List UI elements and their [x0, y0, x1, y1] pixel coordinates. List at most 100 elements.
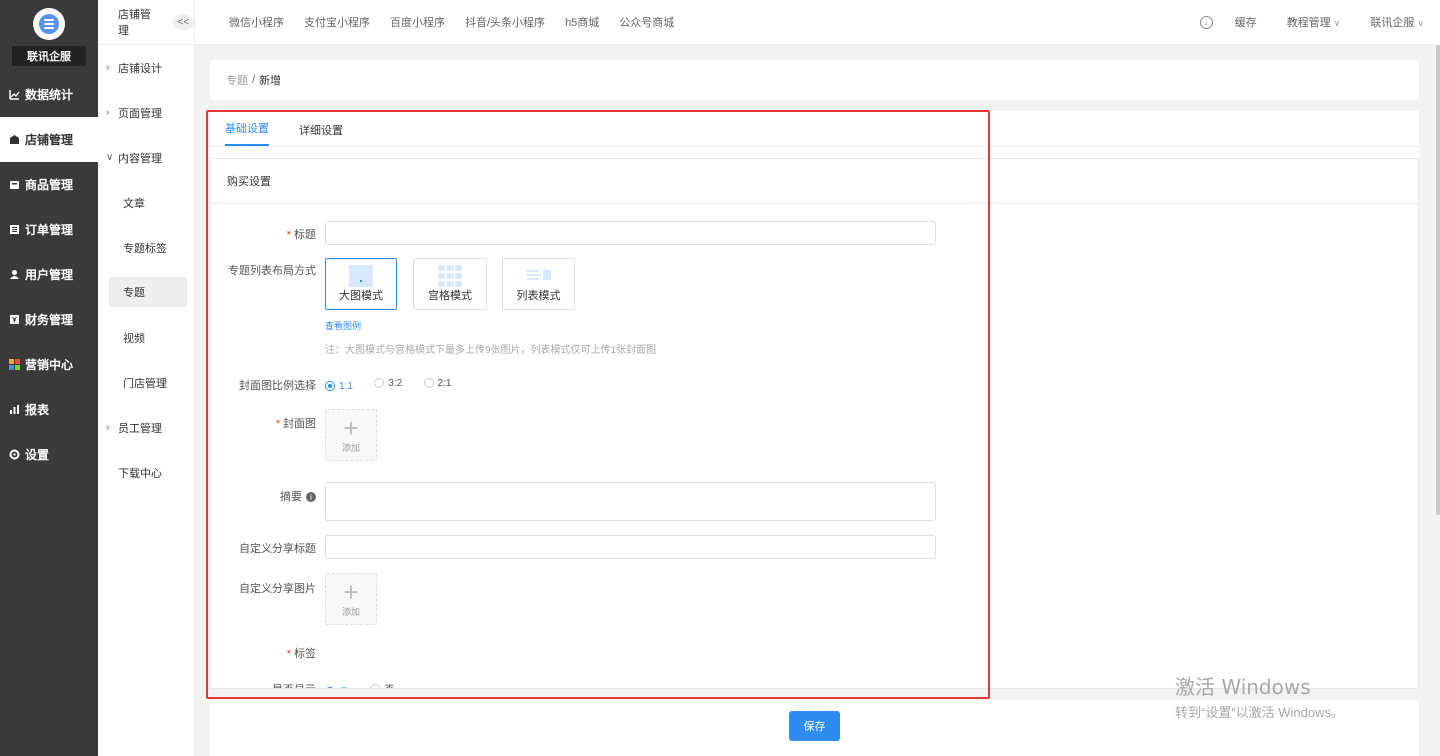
- large-image-icon: [349, 265, 373, 287]
- sidebar-item-label: 店铺管理: [25, 133, 74, 147]
- share-title-input[interactable]: [325, 535, 936, 559]
- top-link-h5[interactable]: h5商城: [565, 14, 599, 30]
- page-scrollbar[interactable]: [1436, 45, 1440, 515]
- submenu-item-download[interactable]: 下载中心: [98, 450, 194, 495]
- chevron-right-icon: ›: [106, 62, 110, 73]
- tab-detail-settings[interactable]: 详细设置: [299, 122, 343, 146]
- ratio-label: 封面图比例选择: [239, 380, 316, 392]
- submenu-item-staff-mgmt[interactable]: › 员工管理: [98, 405, 194, 450]
- top-right-tools: ↓ 缓存 教程管理 ∨ 联讯企服 ∨: [1199, 14, 1440, 30]
- top-link-wechat[interactable]: 微信小程序: [229, 14, 284, 30]
- layout-option-list[interactable]: 列表模式: [502, 258, 575, 310]
- windows-watermark: 激活 Windows 转到“设置”以激活 Windows。: [1175, 671, 1344, 721]
- submenu-item-article[interactable]: 文章: [98, 180, 194, 225]
- sidebar-item-label: 设置: [25, 448, 50, 462]
- top-bar: 微信小程序 支付宝小程序 百度小程序 抖音/头条小程序 h5商城 公众号商城 ↓…: [195, 0, 1440, 45]
- form-card: 基础设置 详细设置 购买设置 * 标题 专题列表布局方式 大图模式 宫格模式 列表…: [210, 111, 1419, 689]
- share-image-label: 自定义分享图片: [239, 583, 316, 595]
- grid-icon: [438, 265, 462, 287]
- collapse-button[interactable]: <<: [172, 14, 194, 30]
- finance-icon: [9, 314, 20, 325]
- summary-label: 摘要 i: [280, 488, 316, 504]
- layout-label: 专题列表布局方式: [228, 265, 316, 277]
- chevron-down-icon: ∨: [106, 152, 114, 163]
- info-icon[interactable]: i: [306, 492, 316, 503]
- submenu-item-topic[interactable]: 专题: [109, 277, 187, 307]
- ratio-option-2-1[interactable]: 2:1: [423, 378, 451, 389]
- section-title: 购买设置: [211, 159, 1418, 204]
- cache-button[interactable]: 缓存: [1235, 14, 1257, 30]
- title-input[interactable]: [325, 221, 936, 245]
- purchase-settings-card: 购买设置 * 标题 专题列表布局方式 大图模式 宫格模式 列表模式 查看图例 注：…: [210, 158, 1419, 689]
- submenu-item-page-mgmt[interactable]: › 页面管理: [98, 90, 194, 135]
- save-button[interactable]: 保存: [789, 711, 840, 741]
- top-link-alipay[interactable]: 支付宝小程序: [304, 14, 370, 30]
- submenu-item-content-mgmt[interactable]: ∨ 内容管理: [98, 135, 194, 180]
- summary-textarea[interactable]: [325, 482, 936, 521]
- show-label: 是否显示: [272, 681, 316, 688]
- layout-option-label: 列表模式: [516, 290, 561, 302]
- layout-option-grid[interactable]: 宫格模式: [413, 258, 487, 310]
- main-sidebar: 联讯企服 数据统计 店铺管理 商品管理 订单管理 用户管理 财务管理 营销中心 …: [0, 0, 98, 756]
- show-option-yes[interactable]: 是: [325, 684, 349, 688]
- sidebar-item-marketing[interactable]: 营销中心: [0, 342, 98, 387]
- top-link-official[interactable]: 公众号商城: [619, 14, 674, 30]
- submenu-item-label: 内容管理: [118, 152, 162, 165]
- submenu-item-store-mgmt[interactable]: 门店管理: [98, 360, 194, 405]
- sidebar-item-label: 订单管理: [25, 223, 74, 237]
- sidebar-item-settings[interactable]: 设置: [0, 432, 98, 477]
- sidebar-item-finance[interactable]: 财务管理: [0, 297, 98, 342]
- submenu-item-label: 员工管理: [118, 422, 162, 435]
- download-icon[interactable]: ↓: [1199, 15, 1213, 29]
- tab-basic-settings[interactable]: 基础设置: [225, 120, 269, 146]
- tag-label: * 标签: [286, 648, 316, 660]
- ratio-option-3-2[interactable]: 3:2: [374, 378, 402, 389]
- ratio-option-1-1[interactable]: 1:1: [325, 381, 353, 392]
- sidebar-item-label: 商品管理: [25, 178, 74, 192]
- submenu-item-video[interactable]: 视频: [98, 315, 194, 360]
- logo-icon: [33, 8, 65, 40]
- breadcrumb-parent[interactable]: 专题: [226, 72, 248, 88]
- report-icon: [9, 404, 20, 415]
- upload-label: 添加: [341, 442, 360, 453]
- layout-option-large[interactable]: 大图模式: [325, 258, 397, 310]
- list-icon: [526, 270, 551, 280]
- submenu-item-label: 店铺设计: [118, 62, 162, 75]
- view-example-link[interactable]: 查看图例: [325, 319, 361, 332]
- brand-logo[interactable]: 联讯企服: [0, 0, 98, 72]
- tab-bar: 基础设置 详细设置: [210, 111, 1419, 147]
- tutorial-dropdown[interactable]: 教程管理 ∨: [1287, 14, 1341, 30]
- chevron-right-icon: ›: [106, 422, 110, 433]
- top-link-douyin[interactable]: 抖音/头条小程序: [465, 14, 545, 30]
- chart-icon: [9, 89, 20, 100]
- breadcrumb: 专题 / 新增: [210, 60, 1419, 100]
- sidebar-item-label: 用户管理: [25, 268, 74, 282]
- chevron-down-icon: ∨: [1333, 18, 1341, 28]
- layout-note: 注：大图模式与宫格模式下最多上传9张图片，列表模式仅可上传1张封面图: [325, 345, 657, 356]
- watermark-line-2: 转到“设置”以激活 Windows。: [1175, 705, 1345, 720]
- sidebar-item-report[interactable]: 报表: [0, 387, 98, 432]
- cover-label: * 封面图: [275, 418, 316, 430]
- sidebar-item-statistics[interactable]: 数据统计: [0, 72, 98, 117]
- submenu-item-topic-tag[interactable]: 专题标签: [98, 225, 194, 270]
- submenu-item-store-design[interactable]: › 店铺设计: [98, 45, 194, 90]
- account-dropdown[interactable]: 联讯企服 ∨: [1370, 14, 1424, 30]
- share-image-upload[interactable]: + 添加: [325, 573, 377, 625]
- chevron-down-icon: ∨: [1417, 18, 1424, 28]
- cover-upload[interactable]: + 添加: [325, 409, 377, 461]
- top-link-baidu[interactable]: 百度小程序: [390, 14, 445, 30]
- layout-option-label: 宫格模式: [428, 290, 472, 302]
- ratio-radio-group: 1:1 3:2 2:1: [325, 377, 469, 392]
- sidebar-item-goods[interactable]: 商品管理: [0, 162, 98, 207]
- watermark-line-1: 激活 Windows: [1175, 675, 1311, 699]
- sidebar-item-users[interactable]: 用户管理: [0, 252, 98, 297]
- show-option-no[interactable]: 否: [370, 681, 394, 688]
- sidebar-item-label: 数据统计: [25, 88, 74, 102]
- sidebar-item-label: 营销中心: [25, 358, 74, 372]
- sidebar-item-label: 报表: [25, 403, 50, 417]
- sidebar-item-orders[interactable]: 订单管理: [0, 207, 98, 252]
- breadcrumb-current: 新增: [259, 75, 282, 87]
- order-icon: [9, 224, 20, 235]
- submenu-title: 店铺管理: [118, 9, 151, 37]
- sidebar-item-shop[interactable]: 店铺管理: [0, 117, 98, 162]
